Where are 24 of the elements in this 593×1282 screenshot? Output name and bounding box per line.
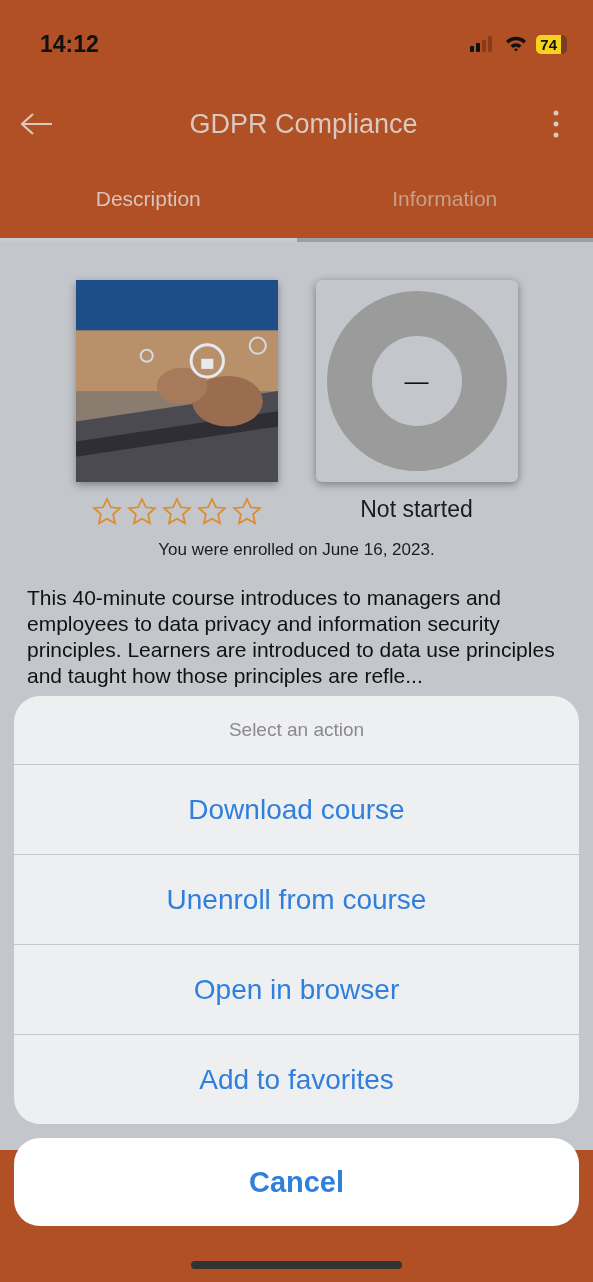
wifi-icon (505, 36, 528, 52)
star-icon (231, 497, 262, 526)
enrollment-date: You were enrolled on June 16, 2023. (157, 540, 436, 560)
star-icon (91, 497, 122, 526)
course-status: Not started (360, 496, 473, 523)
sheet-title: Select an action (227, 718, 366, 742)
star-rating[interactable] (91, 497, 262, 526)
progress-value: — (404, 367, 429, 395)
course-description: This 40-minute course introduces to managers and employees to data privacy and information security principles. Learners are introduced to data use principles and taught how those principles are refle... (27, 585, 556, 689)
star-icon (126, 497, 157, 526)
action-button[interactable]: Unenroll from course (14, 854, 579, 944)
more-menu-icon[interactable] (553, 110, 559, 138)
status-time: 14:12 (40, 30, 99, 58)
action-button[interactable]: Add to favorites (14, 1034, 579, 1124)
star-icon (196, 497, 227, 526)
tab[interactable]: Information (296, 160, 593, 242)
back-arrow-icon[interactable] (20, 112, 54, 136)
page-title: GDPR Compliance (189, 108, 418, 140)
battery-level: 74 (536, 34, 567, 54)
action-button[interactable]: Download course (14, 764, 579, 854)
cancel-button[interactable]: Cancel (14, 1138, 579, 1226)
tab[interactable]: Description (0, 160, 297, 242)
action-button[interactable]: Open in browser (14, 944, 579, 1034)
star-icon (161, 497, 192, 526)
